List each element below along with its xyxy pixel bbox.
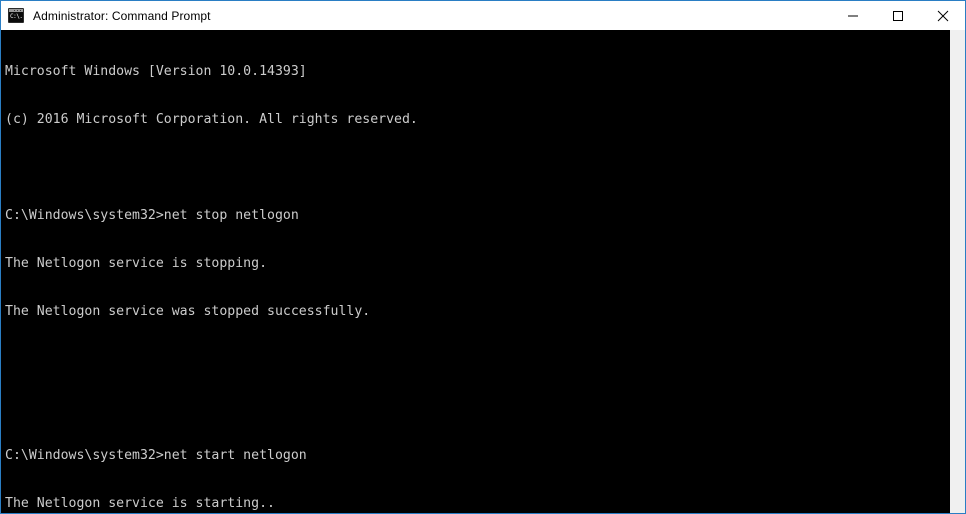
console-line: Microsoft Windows [Version 10.0.14393] [5,64,307,79]
window-controls [830,1,965,30]
console-line: (c) 2016 Microsoft Corporation. All righ… [5,112,418,127]
console-line: The Netlogon service was stopped success… [5,304,371,319]
window-title: Administrator: Command Prompt [33,8,211,23]
command-prompt-window: C:\. Administrator: Command Prompt Micro… [0,0,966,514]
icon-dot-3 [14,10,15,11]
minimize-button[interactable] [830,1,875,30]
console-output[interactable]: Microsoft Windows [Version 10.0.14393] (… [1,30,949,513]
icon-dot-1 [20,10,21,11]
close-button[interactable] [920,1,965,30]
icon-prompt-glyph: C:\. [9,12,23,22]
maximize-button[interactable] [875,1,920,30]
console-area[interactable]: Microsoft Windows [Version 10.0.14393] (… [1,30,965,513]
console-line: The Netlogon service is starting.. [5,496,275,511]
console-line: C:\Windows\system32>net stop netlogon [5,208,299,223]
close-icon [937,10,949,22]
command-prompt-icon: C:\. [8,8,24,23]
window-titlebar[interactable]: C:\. Administrator: Command Prompt [1,1,965,30]
console-line: The Netlogon service is stopping. [5,256,268,271]
maximize-icon [892,10,904,22]
icon-dot-2 [17,10,18,11]
console-line: C:\Windows\system32>net start netlogon [5,448,307,463]
scrollbar-track[interactable] [949,30,965,513]
minimize-icon [847,10,859,22]
